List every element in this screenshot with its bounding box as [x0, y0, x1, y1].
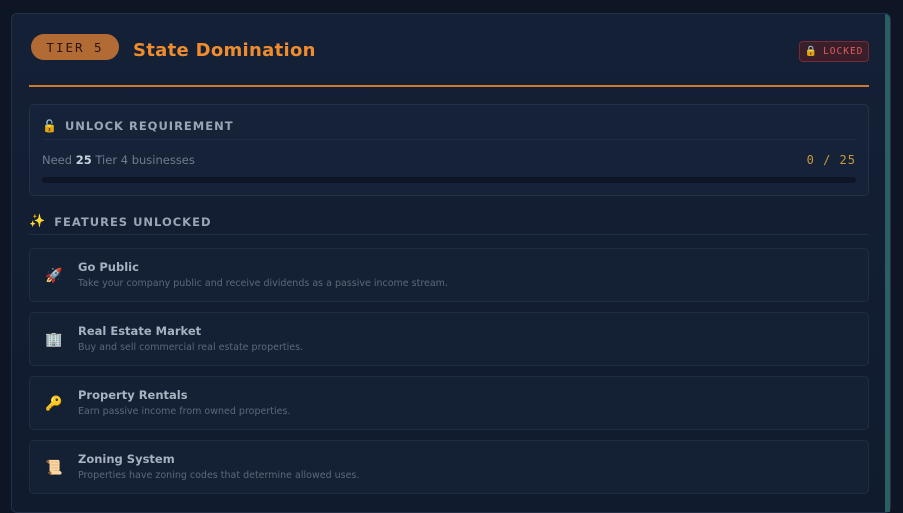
locked-status-label: LOCKED	[823, 46, 864, 57]
header-divider	[29, 85, 869, 87]
locked-status-badge: 🔒 LOCKED	[799, 41, 869, 62]
tier-badge: TIER 5	[31, 34, 119, 60]
sparkles-icon: ✨	[29, 214, 47, 229]
unlock-requirement-title: UNLOCK REQUIREMENT	[64, 119, 234, 133]
key-icon: 🔑	[45, 396, 63, 412]
features-heading: ✨ FEATURES UNLOCKED	[29, 214, 212, 229]
feature-list: 🚀 Go Public Take your company public and…	[29, 248, 869, 504]
feature-item-property-rentals: 🔑 Property Rentals Earn passive income f…	[29, 376, 869, 430]
feature-description: Buy and sell commercial real estate prop…	[78, 342, 304, 353]
building-icon: 🏢	[45, 332, 63, 348]
unlock-requirement-heading: 🔓 UNLOCK REQUIREMENT	[42, 119, 234, 133]
feature-description: Properties have zoning codes that determ…	[78, 470, 360, 481]
feature-name: Real Estate Market	[78, 324, 202, 338]
features-title: FEATURES UNLOCKED	[54, 214, 212, 229]
requirement-progress-bar	[42, 177, 856, 183]
unlock-icon: 🔓	[42, 119, 58, 133]
requirement-progress-count: 0 / 25	[806, 153, 856, 167]
panel-accent-bar	[885, 14, 890, 512]
rocket-icon: 🚀	[45, 268, 63, 284]
feature-item-real-estate-market: 🏢 Real Estate Market Buy and sell commer…	[29, 312, 869, 366]
requirement-suffix: Tier 4 businesses	[95, 153, 195, 167]
feature-name: Property Rentals	[78, 388, 188, 402]
feature-description: Earn passive income from owned propertie…	[78, 406, 291, 417]
tier-header: TIER 5 State Domination 🔒 LOCKED	[29, 32, 869, 68]
feature-name: Zoning System	[78, 452, 175, 466]
feature-description: Take your company public and receive div…	[78, 278, 448, 289]
scroll-icon: 📜	[45, 460, 63, 476]
requirement-divider	[42, 139, 856, 140]
lock-icon: 🔒	[804, 46, 819, 57]
feature-name: Go Public	[78, 260, 139, 274]
features-divider	[29, 234, 869, 235]
feature-item-zoning-system: 📜 Zoning System Properties have zoning c…	[29, 440, 869, 494]
feature-item-go-public: 🚀 Go Public Take your company public and…	[29, 248, 869, 302]
unlock-requirement-box: 🔓 UNLOCK REQUIREMENT Need 25 Tier 4 busi…	[29, 104, 869, 196]
tier-panel: TIER 5 State Domination 🔒 LOCKED 🔓 UNLOC…	[11, 13, 891, 513]
requirement-prefix: Need	[42, 153, 73, 167]
tier-title: State Domination	[133, 40, 316, 61]
requirement-count: 25	[75, 153, 92, 167]
requirement-text: Need 25 Tier 4 businesses	[42, 153, 195, 167]
